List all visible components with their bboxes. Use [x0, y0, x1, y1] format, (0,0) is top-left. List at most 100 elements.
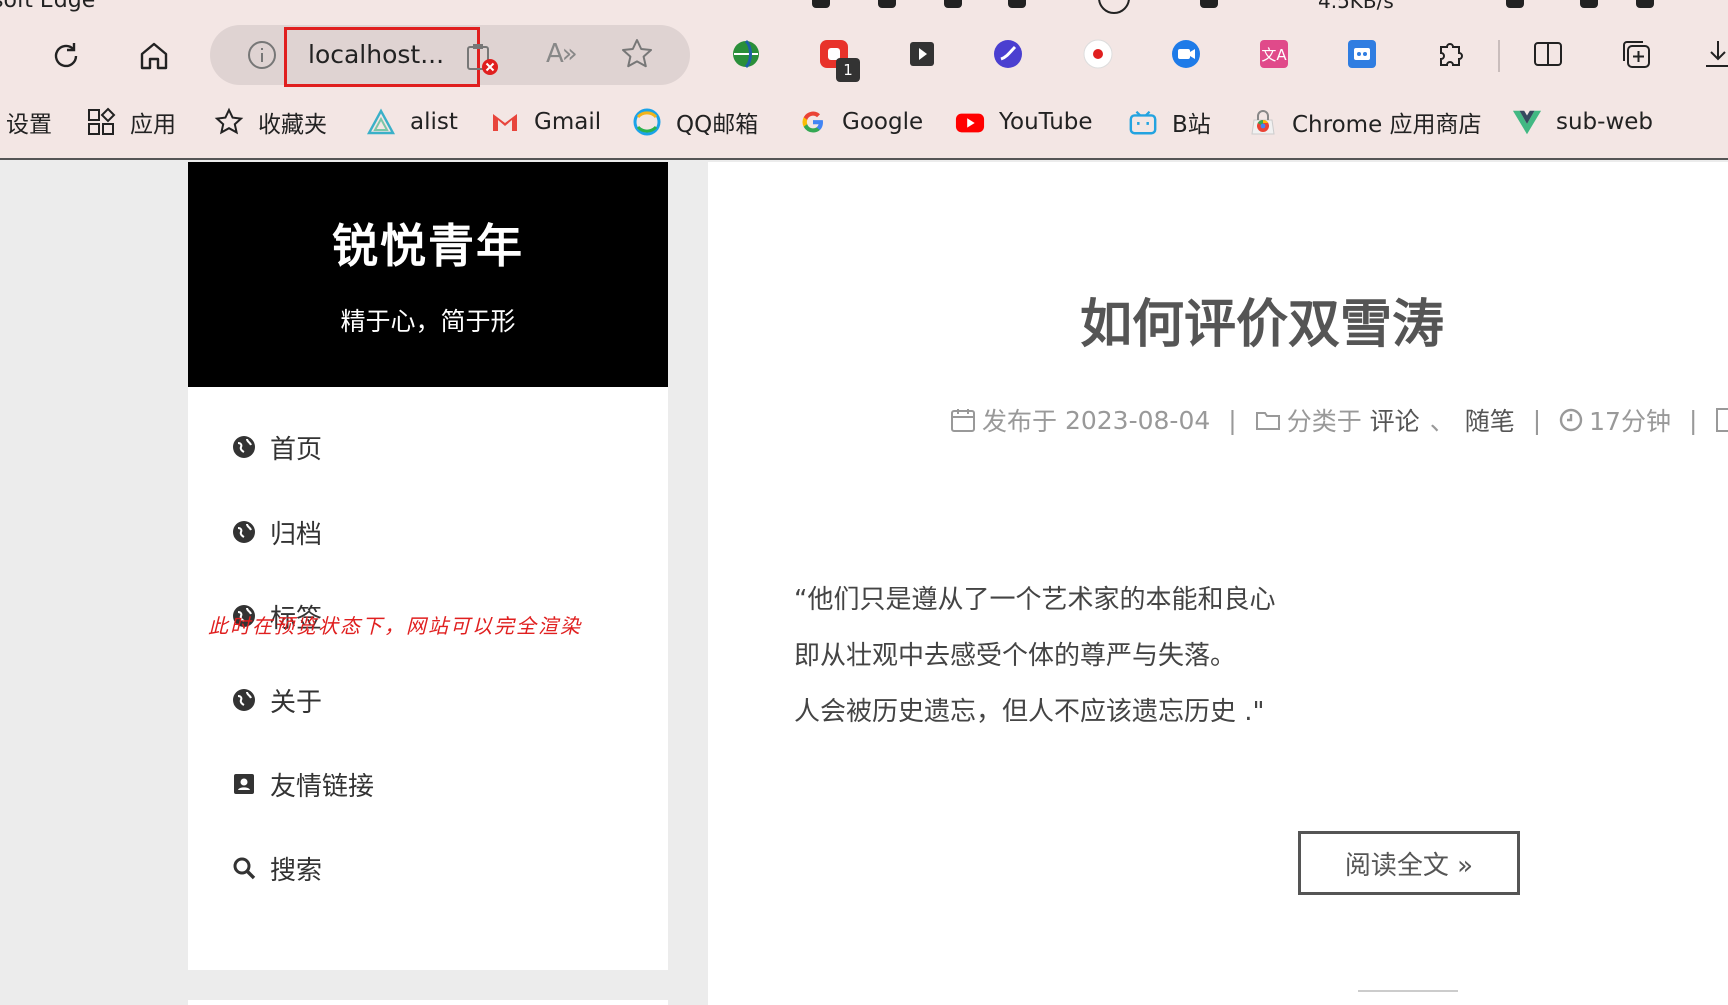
read-time: 17分钟: [1589, 407, 1671, 436]
svg-text:文A: 文A: [1261, 46, 1287, 64]
clock-icon: [1559, 408, 1583, 432]
youtube-logo-icon: [955, 107, 985, 137]
read-aloud-icon[interactable]: A»: [546, 39, 578, 69]
folder-icon: [1255, 407, 1281, 433]
menu-item-friend-links[interactable]: 友情链接: [232, 764, 374, 804]
blue-swirl-extension-icon[interactable]: [990, 36, 1026, 72]
bookmark-label: alist: [410, 109, 458, 135]
bookmark-gmail[interactable]: Gmail: [490, 104, 601, 140]
gmail-logo-icon: [490, 107, 520, 137]
tray-window-icon: [1008, 0, 1026, 8]
search-icon: [232, 856, 256, 880]
refresh-button[interactable]: [44, 34, 88, 78]
bookmark-label: sub-web: [1556, 109, 1654, 135]
downloads-icon[interactable]: [1700, 36, 1728, 72]
bookmark-sub-web[interactable]: sub-web: [1512, 104, 1653, 140]
extensions-puzzle-icon[interactable]: [1432, 36, 1468, 72]
bookmark-label: YouTube: [999, 109, 1093, 135]
meta-separator: |: [1532, 405, 1542, 435]
category-separator: 、: [1429, 407, 1455, 436]
browser-chrome: soft Edge 4.5KB/s localhost... A» 1 文A 设…: [0, 0, 1728, 160]
category-link-review[interactable]: 评论: [1370, 402, 1420, 438]
menu-label: 首页: [270, 434, 323, 465]
bookmark-label: 设置: [6, 112, 52, 138]
tray-circle-icon: [1098, 0, 1130, 14]
address-book-icon: [232, 772, 256, 796]
app-available-icon[interactable]: [464, 41, 500, 81]
menu-label: 关于: [270, 687, 323, 718]
bookmark-apps[interactable]: 应用: [86, 104, 176, 140]
robot-extension-icon[interactable]: [1344, 36, 1380, 72]
favorite-star-icon[interactable]: [620, 37, 654, 75]
bookmark-bilibili[interactable]: B站: [1128, 104, 1211, 140]
download-manager-extension-icon[interactable]: [728, 36, 764, 72]
bookmark-label: Gmail: [534, 109, 602, 135]
bookmark-google[interactable]: Google: [798, 104, 923, 140]
bookmark-label: 应用: [130, 112, 176, 138]
address-bar[interactable]: localhost... A»: [210, 25, 690, 87]
post-divider: [1358, 990, 1458, 992]
file-icon: [1715, 407, 1728, 433]
vue-logo-icon: [1512, 107, 1542, 137]
menu-item-search[interactable]: 搜索: [232, 848, 322, 888]
menu-item-about[interactable]: 关于: [232, 680, 322, 720]
tray-mail-icon: [1200, 0, 1218, 8]
collections-icon[interactable]: [1618, 36, 1654, 72]
bookmark-youtube[interactable]: YouTube: [955, 104, 1093, 140]
menu-item-home[interactable]: 首页: [232, 427, 322, 467]
tray-wifi-icon: [1506, 0, 1524, 8]
site-title[interactable]: 锐悦青年: [188, 210, 668, 276]
tray-phone-icon: [812, 0, 830, 8]
bookmark-label: Google: [842, 109, 924, 135]
published-label: 发布于: [982, 407, 1058, 436]
site-sidebar: 锐悦青年 精于心，简于形 首页 归档 标签 关于 友情链接 搜索: [188, 162, 668, 970]
globe-icon: [232, 435, 256, 459]
video-extension-icon[interactable]: [1168, 36, 1204, 72]
bookmark-label: Chrome 应用商店: [1292, 112, 1482, 138]
read-more-button[interactable]: 阅读全文 »: [1298, 831, 1520, 895]
menu-item-archive[interactable]: 归档: [232, 512, 322, 552]
globe-icon: [232, 688, 256, 712]
bookmarks-bar: 设置 应用 收藏夹 alist Gmail QQ邮箱 Google YouTub…: [0, 104, 1728, 140]
excerpt-line: 即从壮观中去感受个体的尊严与失落。: [794, 641, 1237, 671]
post-title[interactable]: 如何评价双雪涛: [708, 282, 1708, 357]
favorites-star-icon: [214, 107, 244, 137]
meta-separator: |: [1688, 405, 1698, 435]
split-screen-icon[interactable]: [1530, 36, 1566, 72]
bilibili-logo-icon: [1128, 107, 1158, 137]
category-link-essay[interactable]: 随笔: [1465, 402, 1515, 438]
post-meta: 发布于 2023-08-04 | 分类于 评论 、 随笔 | 17分钟 |: [950, 402, 1728, 438]
chrome-store-icon: [1248, 107, 1278, 137]
bookmark-favorites[interactable]: 收藏夹: [214, 104, 327, 140]
apps-grid-icon: [86, 107, 116, 137]
site-subtitle: 精于心，简于形: [340, 307, 516, 336]
menu-label: 搜索: [270, 855, 323, 886]
translate-extension-icon[interactable]: 文A: [1256, 36, 1292, 72]
extension-badge: 1: [836, 58, 860, 82]
alist-logo-icon: [366, 107, 396, 137]
menu-label: 归档: [270, 519, 323, 550]
bookmark-alist[interactable]: alist: [366, 104, 458, 140]
tray-battery-icon: [1636, 0, 1654, 8]
bookmark-label: QQ邮箱: [676, 112, 759, 138]
os-title-strip: soft Edge 4.5KB/s: [0, 0, 1728, 14]
dark-play-extension-icon[interactable]: [904, 36, 940, 72]
site-info-icon[interactable]: [246, 39, 278, 75]
home-button[interactable]: [132, 34, 176, 78]
globe-icon: [232, 520, 256, 544]
url-text[interactable]: localhost...: [308, 40, 444, 69]
qqmail-logo-icon: [632, 107, 662, 137]
red-handwritten-annotation: 此时在预览状态下，网站可以完全渲染: [208, 614, 582, 638]
bookmark-label: B站: [1172, 112, 1211, 138]
bookmark-qqmail[interactable]: QQ邮箱: [632, 104, 758, 140]
bookmark-settings[interactable]: 设置: [6, 104, 52, 140]
post-area: 如何评价双雪涛 发布于 2023-08-04 | 分类于 评论 、 随笔 | 1…: [708, 162, 1728, 1005]
net-speed: 4.5KB/s: [1318, 0, 1394, 13]
sidebar-next-block: [188, 1000, 668, 1005]
red-dot-extension-icon[interactable]: [1080, 36, 1116, 72]
bookmark-chrome-store[interactable]: Chrome 应用商店: [1248, 104, 1482, 140]
window-title: soft Edge: [0, 0, 96, 13]
home-icon: [140, 42, 168, 70]
refresh-icon: [54, 43, 78, 68]
excerpt-line: “他们只是遵从了一个艺术家的本能和良心: [794, 585, 1276, 615]
